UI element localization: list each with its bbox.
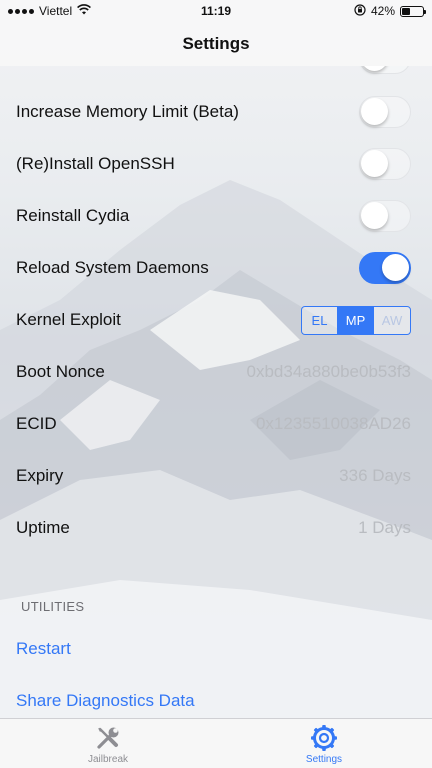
rotation-lock-icon — [354, 3, 366, 19]
expiry-value: 336 Days — [339, 466, 411, 485]
status-bar: Viettel 11:19 42% — [0, 0, 432, 22]
settings-row-ecid[interactable]: ECID 0x1235510038AD26 — [0, 398, 432, 450]
settings-row-expiry: Expiry 336 Days — [0, 450, 432, 502]
battery-icon — [400, 5, 426, 17]
settings-row-install-openssh: (Re)Install OpenSSH — [0, 138, 432, 190]
gear-icon — [309, 723, 339, 753]
settings-row-uptime: Uptime 1 Days — [0, 502, 432, 554]
settings-row-kernel-exploit: Kernel Exploit EL MP AW — [0, 294, 432, 346]
page-title: Settings — [182, 34, 250, 53]
uptime-value: 1 Days — [358, 518, 411, 537]
row-label: Expiry — [16, 466, 64, 485]
navigation-bar: Settings — [0, 22, 432, 66]
increase-memory-limit-toggle[interactable] — [359, 96, 411, 128]
wifi-icon — [77, 4, 92, 18]
partial-toggle-switch[interactable] — [359, 66, 411, 74]
share-diagnostics-button[interactable]: Share Diagnostics Data — [16, 691, 195, 711]
tab-jailbreak[interactable]: Jailbreak — [0, 719, 216, 768]
row-label: Reinstall Cydia — [16, 206, 130, 225]
settings-row-reinstall-cydia: Reinstall Cydia — [0, 190, 432, 242]
carrier-name: Viettel — [39, 4, 73, 18]
wrench-screwdriver-icon — [93, 723, 123, 753]
settings-row-increase-memory-limit: Increase Memory Limit (Beta) — [0, 86, 432, 138]
row-label: Reload System Daemons — [16, 258, 209, 277]
row-label: ECID — [16, 414, 57, 433]
tab-label: Settings — [305, 754, 343, 765]
row-label: Increase Memory Limit (Beta) — [16, 102, 239, 121]
utilities-section-header: UTILITIES — [21, 599, 85, 614]
signal-strength-icon — [8, 8, 34, 14]
row-label: (Re)Install OpenSSH — [16, 154, 175, 173]
reinstall-cydia-toggle[interactable] — [359, 200, 411, 232]
settings-row-boot-nonce[interactable]: Boot Nonce 0xbd34a880be0b53f3 — [0, 346, 432, 398]
settings-row-reload-system-daemons: Reload System Daemons — [0, 242, 432, 294]
row-label: Uptime — [16, 518, 70, 537]
kernel-exploit-segmented-control[interactable]: EL MP AW — [301, 305, 411, 335]
settings-row-partial — [0, 66, 432, 84]
install-openssh-toggle[interactable] — [359, 148, 411, 180]
row-label: Kernel Exploit — [16, 310, 121, 329]
battery-percent: 42% — [370, 4, 395, 18]
tab-settings[interactable]: Settings — [216, 719, 432, 768]
reload-system-daemons-toggle[interactable] — [359, 252, 411, 284]
segment-el[interactable]: EL — [302, 306, 338, 334]
boot-nonce-value: 0xbd34a880be0b53f3 — [246, 362, 412, 381]
segment-aw: AW — [374, 306, 410, 334]
tab-bar: Jailbreak Settings — [0, 718, 432, 768]
restart-button[interactable]: Restart — [16, 639, 71, 659]
ecid-value: 0x1235510038AD26 — [255, 414, 411, 433]
tab-label: Jailbreak — [87, 754, 129, 765]
row-label: Boot Nonce — [16, 362, 105, 381]
settings-list[interactable]: Increase Memory Limit (Beta) (Re)Install… — [0, 66, 432, 718]
segment-mp[interactable]: MP — [338, 306, 374, 334]
